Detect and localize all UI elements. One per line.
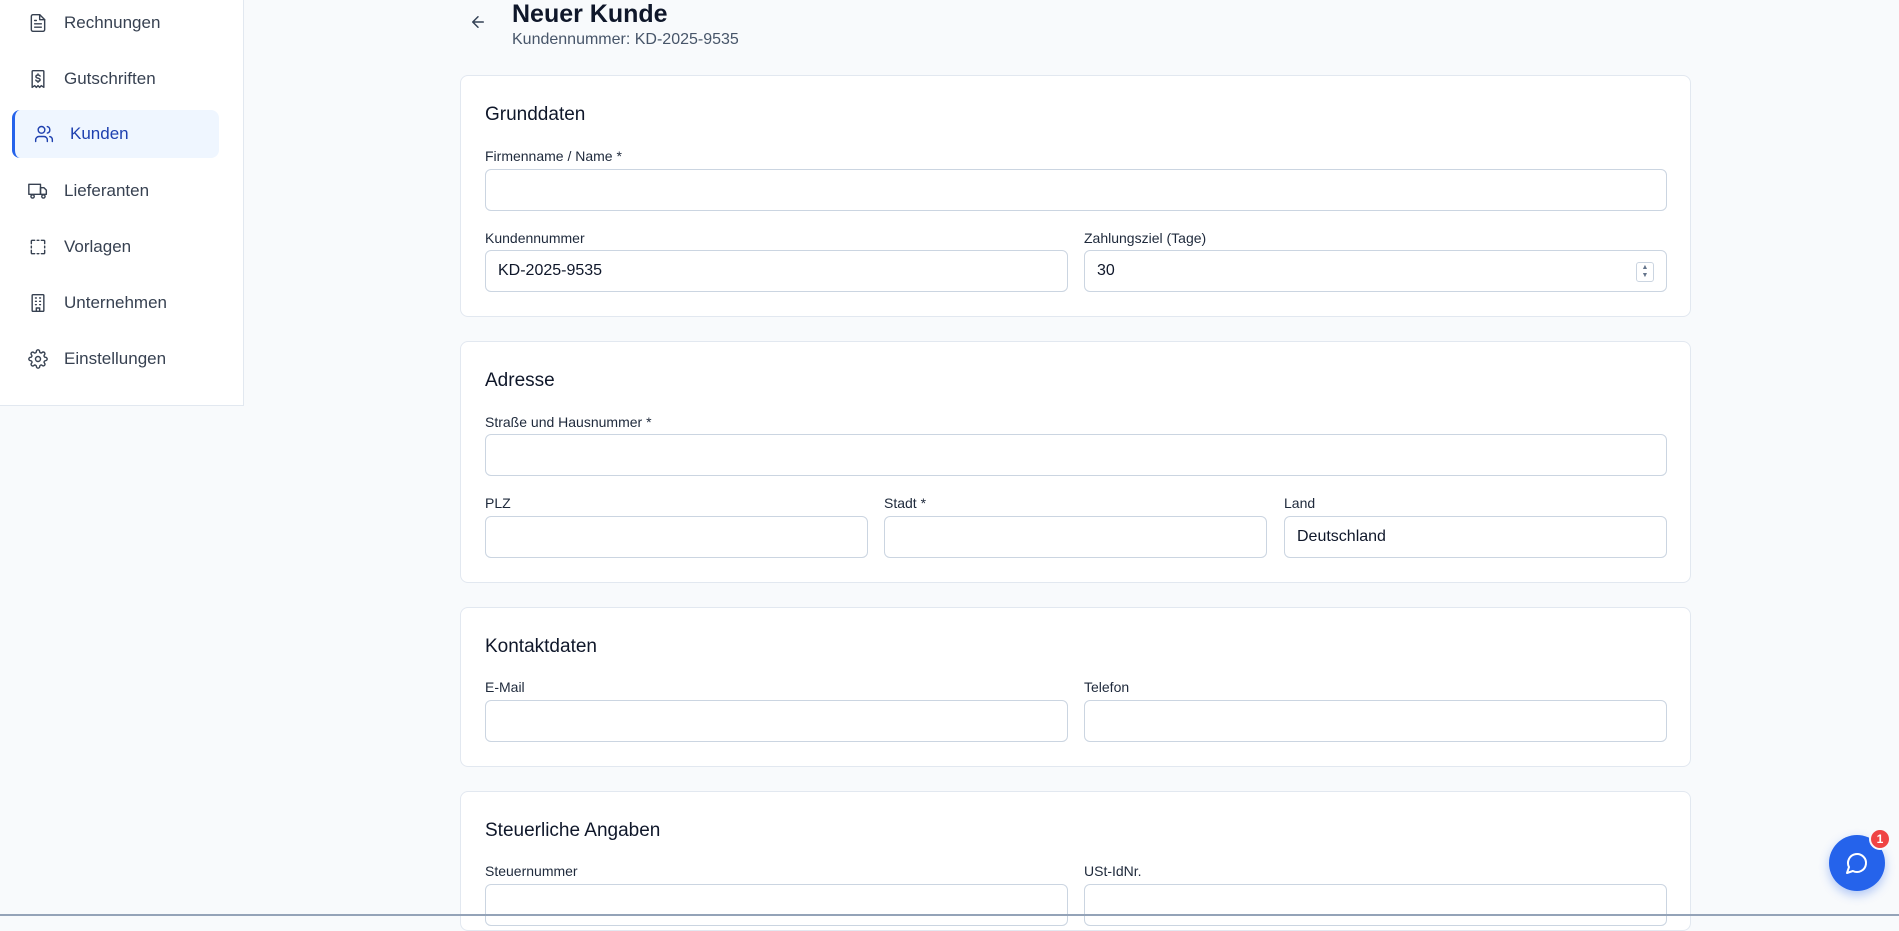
card-adresse: Adresse Straße und Hausnummer * PLZ Stad…: [460, 341, 1691, 583]
stadt-input[interactable]: [884, 516, 1267, 558]
zahlungsziel-value: 30: [1097, 262, 1115, 279]
steuernummer-input[interactable]: [485, 884, 1068, 926]
sidebar-item-label: Vorlagen: [64, 237, 132, 256]
section-title: Kontaktdaten: [485, 636, 597, 657]
number-stepper-icon[interactable]: ▲ ▼: [1636, 262, 1654, 282]
sidebar-item-vorlagen[interactable]: Vorlagen: [12, 223, 219, 271]
steuernummer-label: Steuernummer: [485, 863, 578, 879]
sidebar-item-label: Rechnungen: [64, 13, 161, 32]
section-title: Grunddaten: [485, 104, 586, 125]
strasse-label: Straße und Hausnummer *: [485, 414, 652, 430]
sidebar: Rechnungen Gutschriften Kunden Lieferant…: [0, 0, 244, 406]
card-grunddaten: Grunddaten Firmenname / Name * Kundennum…: [460, 75, 1691, 317]
stadt-label: Stadt *: [884, 495, 927, 511]
zahlungsziel-label: Zahlungsziel (Tage): [1084, 230, 1207, 246]
building-icon: [28, 293, 48, 313]
sidebar-item-label: Gutschriften: [64, 69, 156, 88]
chat-bubble-icon: [1846, 853, 1867, 874]
plz-input[interactable]: [485, 516, 868, 558]
dashed-square-icon: [28, 237, 48, 257]
zahlungsziel-input[interactable]: 30 ▲ ▼: [1084, 250, 1667, 292]
card-steuer: Steuerliche Angaben Steuernummer USt-IdN…: [460, 791, 1691, 931]
back-button[interactable]: [466, 10, 490, 34]
card-kontaktdaten: Kontaktdaten E-Mail Telefon: [460, 607, 1691, 767]
firmenname-input[interactable]: [485, 169, 1667, 211]
strasse-input[interactable]: [485, 434, 1667, 476]
sidebar-item-label: Lieferanten: [64, 181, 150, 200]
ustid-input[interactable]: [1084, 884, 1667, 926]
gear-icon: [28, 349, 48, 369]
kundennummer-label: Kundennummer: [485, 230, 585, 246]
plz-label: PLZ: [485, 495, 511, 511]
receipt-dollar-icon: [28, 69, 48, 89]
land-label: Land: [1284, 495, 1316, 511]
sidebar-item-gutschriften[interactable]: Gutschriften: [12, 55, 219, 103]
land-input[interactable]: [1284, 516, 1667, 558]
email-label: E-Mail: [485, 679, 525, 695]
sidebar-item-label: Kunden: [70, 124, 129, 143]
section-title: Adresse: [485, 370, 555, 391]
sidebar-item-label: Einstellungen: [64, 349, 167, 368]
truck-icon: [28, 181, 48, 201]
sidebar-item-label: Unternehmen: [64, 293, 168, 312]
page-subtitle: Kundennummer: KD-2025-9535: [512, 31, 739, 48]
kundennummer-input[interactable]: [485, 250, 1068, 292]
file-text-icon: [28, 13, 48, 33]
sidebar-item-unternehmen[interactable]: Unternehmen: [12, 279, 219, 327]
email-input[interactable]: [485, 700, 1068, 742]
sidebar-item-einstellungen[interactable]: Einstellungen: [12, 335, 219, 383]
sidebar-item-rechnungen[interactable]: Rechnungen: [12, 0, 219, 47]
telefon-label: Telefon: [1084, 679, 1130, 695]
section-title: Steuerliche Angaben: [485, 820, 661, 841]
ustid-label: USt-IdNr.: [1084, 863, 1142, 879]
telefon-input[interactable]: [1084, 700, 1667, 742]
sidebar-item-kunden[interactable]: Kunden: [12, 110, 219, 158]
page-title: Neuer Kunde: [512, 0, 668, 28]
notification-badge: 1: [1869, 828, 1891, 850]
arrow-left-icon: [472, 16, 484, 28]
firmenname-label: Firmenname / Name *: [485, 148, 622, 164]
users-icon: [34, 124, 54, 144]
sidebar-item-lieferanten[interactable]: Lieferanten: [12, 167, 219, 215]
